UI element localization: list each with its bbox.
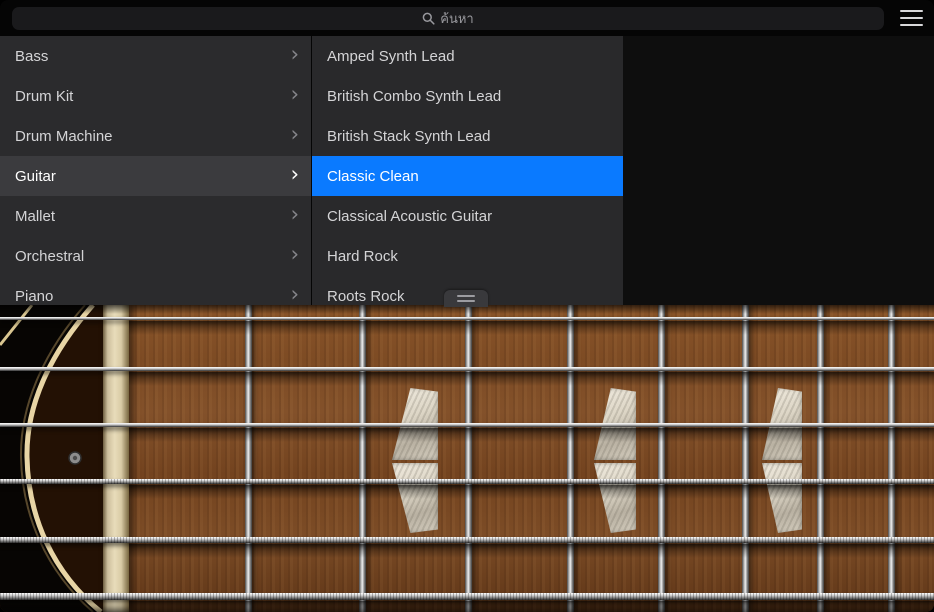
sound-list: Amped Synth Lead British Combo Synth Lea… [311,36,623,305]
sound-item-classical-acoustic-guitar[interactable]: Classical Acoustic Guitar [312,196,623,236]
sound-item-hard-rock[interactable]: Hard Rock [312,236,623,276]
guitar-string-3[interactable] [0,423,934,427]
fret-5 [658,305,665,612]
string-shadow-1 [0,321,934,335]
app-window: ค้นหา Bass › Drum Kit › Drum Machine › G… [0,0,934,612]
sound-label: Classical Acoustic Guitar [327,208,492,225]
guitar-body-graphic [0,305,103,612]
fret-7 [817,305,824,612]
guitar-string-4[interactable] [0,479,934,484]
category-label: Mallet [15,208,55,225]
sound-label: Amped Synth Lead [327,48,455,65]
search-icon [422,12,435,25]
strap-button-icon [69,452,81,464]
top-bar: ค้นหา [0,0,934,36]
chevron-right-icon: › [291,284,299,305]
hamburger-menu-icon[interactable] [900,10,923,26]
fret-2 [359,305,366,612]
sound-label: Roots Rock [327,288,405,305]
dimmed-background [623,36,934,305]
string-shadow-2 [0,372,934,386]
category-item-orchestral[interactable]: Orchestral › [0,236,311,276]
chevron-right-icon: › [291,44,299,65]
chevron-right-icon: › [291,204,299,225]
sound-label: Hard Rock [327,248,398,265]
fret-8 [888,305,895,612]
string-shadow-5 [0,544,934,558]
category-item-guitar[interactable]: Guitar › [0,156,311,196]
category-label: Piano [15,288,53,305]
category-label: Drum Kit [15,88,73,105]
guitar-string-5[interactable] [0,537,934,543]
category-label: Guitar [15,168,56,185]
fret-6 [742,305,749,612]
category-item-mallet[interactable]: Mallet › [0,196,311,236]
sound-item-british-stack-synth-lead[interactable]: British Stack Synth Lead [312,116,623,156]
fret-4 [567,305,574,612]
guitar-nut [103,305,129,612]
category-label: Bass [15,48,48,65]
category-list: Bass › Drum Kit › Drum Machine › Guitar … [0,36,311,305]
guitar-body [0,305,103,612]
chevron-right-icon: › [291,164,299,185]
category-item-bass[interactable]: Bass › [0,36,311,76]
category-item-piano[interactable]: Piano › [0,276,311,305]
string-shadow-4 [0,485,934,499]
chevron-right-icon: › [291,124,299,145]
drag-handle[interactable] [444,290,488,307]
search-field[interactable]: ค้นหา [12,7,884,30]
sound-item-british-combo-synth-lead[interactable]: British Combo Synth Lead [312,76,623,116]
category-item-drum-machine[interactable]: Drum Machine › [0,116,311,156]
fret-3 [465,305,472,612]
sound-browser: Bass › Drum Kit › Drum Machine › Guitar … [0,36,623,305]
category-label: Drum Machine [15,128,113,145]
fret-1 [245,305,252,612]
search-placeholder: ค้นหา [440,12,473,25]
guitar-string-6[interactable] [0,593,934,600]
sound-label: British Stack Synth Lead [327,128,490,145]
guitar-string-2[interactable] [0,367,934,371]
string-shadow-3 [0,428,934,442]
guitar-string-1[interactable] [0,317,934,320]
chevron-right-icon: › [291,244,299,265]
sound-label: Classic Clean [327,168,419,185]
category-item-drum-kit[interactable]: Drum Kit › [0,76,311,116]
sound-item-classic-clean[interactable]: Classic Clean [312,156,623,196]
sound-label: British Combo Synth Lead [327,88,501,105]
fretboard[interactable] [0,305,934,612]
string-shadow-6 [0,601,934,612]
category-label: Orchestral [15,248,84,265]
sound-item-amped-synth-lead[interactable]: Amped Synth Lead [312,36,623,76]
chevron-right-icon: › [291,84,299,105]
